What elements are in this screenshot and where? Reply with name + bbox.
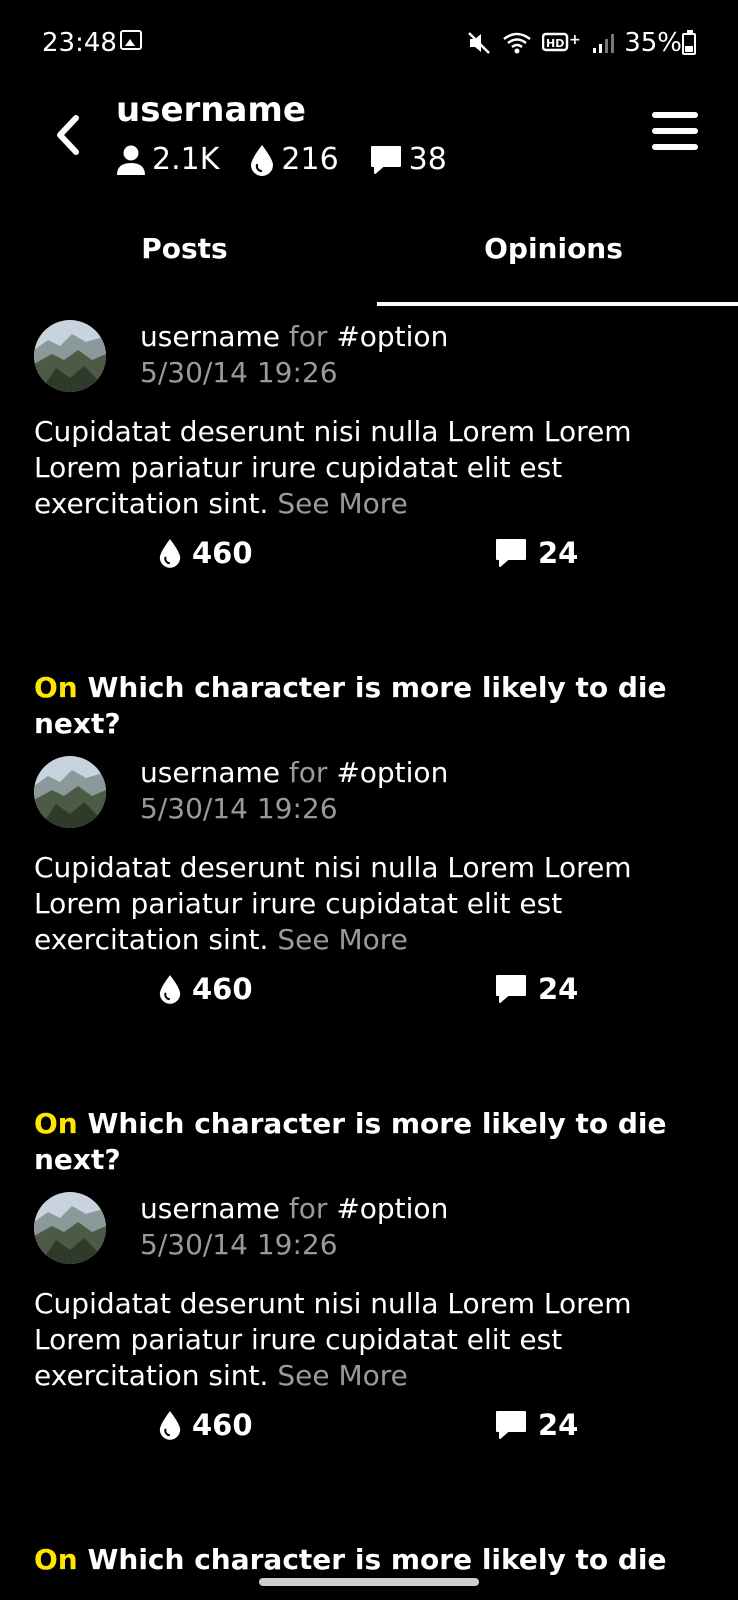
drop-count: 460 — [192, 1408, 253, 1442]
opinion-text: Cupidatat deserunt nisi nulla Lorem Lore… — [0, 850, 738, 958]
post-date: 5/30/14 19:26 — [140, 1228, 338, 1261]
comment-icon — [496, 975, 526, 1003]
author-name[interactable]: username — [140, 756, 280, 789]
menu-icon[interactable] — [652, 112, 698, 152]
opinion-card[interactable]: On Which character is more likely to die… — [0, 670, 738, 1038]
profile-username: username — [116, 90, 306, 130]
opinion-meta: username for #option 5/30/14 19:26 — [0, 1190, 738, 1276]
comment-count: 24 — [538, 1408, 579, 1442]
opinion-meta: username for #option 5/30/14 19:26 — [0, 318, 738, 404]
drop-icon — [159, 539, 181, 568]
topic-title: Which character is more likely to die — [87, 1543, 667, 1576]
topic-line[interactable]: On Which character is more likely to die… — [0, 670, 738, 742]
option-tag[interactable]: #option — [336, 320, 448, 353]
opinion-actions: 460 24 — [0, 522, 738, 602]
topic-prefix: On — [34, 1107, 78, 1140]
back-arrow-icon[interactable] — [48, 110, 88, 160]
comment-button[interactable]: 24 — [494, 1408, 578, 1442]
profile-header: username 2.1K 216 38 — [0, 90, 738, 200]
author-line: username for #option — [140, 1192, 448, 1225]
comments-stat: 38 — [369, 142, 447, 177]
comment-icon — [496, 1411, 526, 1439]
image-icon — [120, 30, 142, 50]
tab-opinions[interactable]: Opinions — [369, 216, 738, 306]
author-line: username for #option — [140, 756, 448, 789]
screen: 23:48 HD + 35% username 2.1K 216 38 Post… — [0, 0, 738, 1600]
avatar-image — [34, 320, 106, 392]
opinion-actions: 460 24 — [0, 1394, 738, 1474]
avatar-image — [34, 1192, 106, 1264]
option-tag[interactable]: #option — [336, 756, 448, 789]
drop-button[interactable]: 460 — [158, 1408, 253, 1442]
signal-icon — [593, 34, 615, 53]
topic-line[interactable]: On Which character is more likely to die — [0, 1542, 738, 1578]
status-time: 23:48 — [42, 28, 117, 58]
opinion-card[interactable]: On Which character is more likely to die — [0, 1542, 738, 1578]
tab-posts[interactable]: Posts — [0, 216, 369, 306]
svg-text:HD: HD — [546, 37, 564, 50]
status-bar: 23:48 HD + 35% — [0, 0, 738, 90]
battery-percent: 35% — [624, 28, 682, 58]
topic-title: Which character is more likely to die ne… — [34, 671, 667, 740]
author-name[interactable]: username — [140, 1192, 280, 1225]
avatar[interactable] — [34, 756, 106, 828]
topic-prefix: On — [34, 1543, 78, 1576]
comment-button[interactable]: 24 — [494, 972, 578, 1006]
opinion-card[interactable]: username for #option 5/30/14 19:26 Cupid… — [0, 318, 738, 602]
wifi-icon — [503, 32, 531, 54]
topic-title: Which character is more likely to die ne… — [34, 1107, 667, 1176]
drop-count: 460 — [192, 972, 253, 1006]
comment-count: 24 — [538, 536, 579, 570]
drops-stat: 216 — [249, 142, 339, 177]
profile-stats: 2.1K 216 38 — [116, 142, 477, 177]
post-date: 5/30/14 19:26 — [140, 792, 338, 825]
opinion-text: Cupidatat deserunt nisi nulla Lorem Lore… — [0, 414, 738, 522]
drop-icon — [159, 1411, 181, 1440]
drop-count: 460 — [192, 536, 253, 570]
avatar-image — [34, 756, 106, 828]
for-label: for — [288, 1192, 328, 1225]
drops-count: 216 — [281, 142, 339, 177]
battery-fill — [685, 45, 693, 52]
svg-text:+: + — [569, 32, 581, 48]
person-icon — [117, 145, 145, 175]
option-tag[interactable]: #option — [336, 1192, 448, 1225]
opinions-list: username for #option 5/30/14 19:26 Cupid… — [0, 318, 738, 1590]
home-indicator[interactable] — [259, 1578, 479, 1586]
see-more-link[interactable]: See More — [277, 1359, 408, 1392]
avatar[interactable] — [34, 1192, 106, 1264]
drop-icon — [251, 144, 274, 176]
opinion-actions: 460 24 — [0, 958, 738, 1038]
topic-prefix: On — [34, 671, 78, 704]
hd-icon: HD + — [542, 32, 581, 52]
see-more-link[interactable]: See More — [277, 923, 408, 956]
comments-count: 38 — [408, 142, 447, 177]
topic-line[interactable]: On Which character is more likely to die… — [0, 1106, 738, 1178]
opinion-meta: username for #option 5/30/14 19:26 — [0, 754, 738, 840]
opinion-text: Cupidatat deserunt nisi nulla Lorem Lore… — [0, 1286, 738, 1394]
drop-icon — [159, 975, 181, 1004]
drop-button[interactable]: 460 — [158, 972, 253, 1006]
drop-button[interactable]: 460 — [158, 536, 253, 570]
comment-icon — [496, 539, 526, 567]
battery-icon — [682, 30, 696, 55]
see-more-link[interactable]: See More — [277, 487, 408, 520]
comment-count: 24 — [538, 972, 579, 1006]
status-right: HD + 35% — [466, 26, 682, 60]
profile-tabs: Posts Opinions — [0, 216, 738, 306]
opinion-card[interactable]: On Which character is more likely to die… — [0, 1106, 738, 1474]
followers-count: 2.1K — [152, 142, 220, 177]
comment-icon — [370, 145, 401, 174]
author-name[interactable]: username — [140, 320, 280, 353]
avatar[interactable] — [34, 320, 106, 392]
followers-stat: 2.1K — [116, 142, 219, 177]
post-date: 5/30/14 19:26 — [140, 356, 338, 389]
author-line: username for #option — [140, 320, 448, 353]
comment-button[interactable]: 24 — [494, 536, 578, 570]
for-label: for — [288, 320, 328, 353]
mute-icon — [468, 32, 491, 54]
for-label: for — [288, 756, 328, 789]
